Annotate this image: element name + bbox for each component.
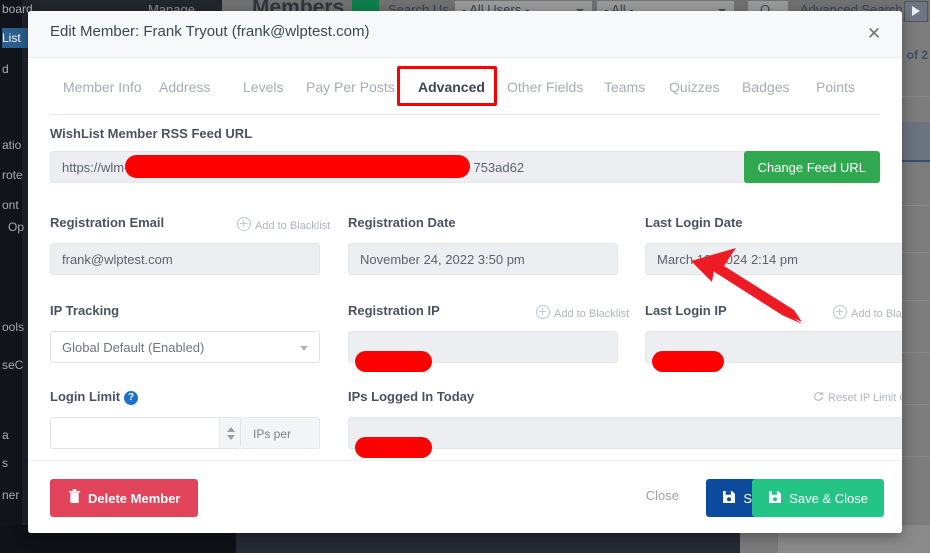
tab-points[interactable]: Points — [803, 70, 868, 104]
bg-sidebar-item-7[interactable]: ools — [2, 320, 24, 334]
last-login-ip-blacklist-button[interactable]: Add to Blacklist — [833, 305, 902, 320]
refresh-icon — [813, 391, 824, 405]
floppy-disk-icon — [722, 490, 736, 507]
reset-ip-limit-counter-button[interactable]: Reset IP Limit Counter — [813, 391, 902, 405]
modal-tab-bar: Member Info Address Levels Pay Per Posts… — [50, 66, 880, 115]
ip-tracking-label: IP Tracking — [50, 303, 120, 318]
bg-sidebar-item-9[interactable]: a — [2, 428, 9, 442]
question-mark-icon[interactable]: ? — [124, 391, 139, 405]
bg-sidebar-item-11[interactable]: ner — [2, 488, 19, 502]
bg-sidebar-item-5[interactable]: ont — [2, 198, 19, 212]
ips-logged-in-today-redaction — [355, 437, 432, 458]
rss-feed-suffix: 753ad62 — [473, 160, 525, 175]
modal-footer: Delete Member Close Save Save & — [28, 460, 902, 533]
tab-levels[interactable]: Levels — [230, 70, 296, 104]
registration-ip-blacklist-button[interactable]: Add to Blacklist — [536, 305, 629, 320]
registration-ip-redaction — [355, 351, 432, 372]
tab-pay-per-posts[interactable]: Pay Per Posts — [293, 70, 408, 104]
last-login-date-label: Last Login Date — [645, 215, 743, 230]
bg-sidebar-item-6[interactable]: Op — [8, 220, 24, 234]
login-limit-text: Login Limit — [50, 389, 121, 404]
bg-admin-sidebar-inner — [0, 0, 22, 553]
bg-sidebar-item-10[interactable]: s — [2, 456, 8, 470]
modal-header: Edit Member: Frank Tryout (frank@wlptest… — [28, 11, 902, 58]
bg-sidebar-item-2[interactable]: d — [2, 62, 9, 76]
edit-member-modal: Edit Member: Frank Tryout (frank@wlptest… — [28, 11, 902, 533]
trash-icon — [68, 489, 81, 507]
last-login-date-value: March 18, 2024 2:14 pm — [645, 243, 902, 275]
plus-circle-icon — [536, 305, 550, 319]
tab-advanced[interactable]: Advanced — [405, 70, 498, 104]
registration-email-value: frank@wlptest.com — [50, 243, 320, 275]
bg-sidebar-item-3[interactable]: atio — [2, 138, 21, 152]
registration-date-value: November 24, 2022 3:50 pm — [348, 243, 618, 275]
close-button[interactable]: Close — [640, 487, 685, 504]
bg-play-button[interactable] — [904, 1, 928, 22]
login-limit-suffix: IPs per day — [241, 417, 320, 473]
registration-email-blacklist-button[interactable]: Add to Blacklist — [237, 217, 330, 232]
plus-circle-icon — [833, 305, 847, 319]
tab-teams[interactable]: Teams — [591, 70, 658, 104]
delete-member-label: Delete Member — [88, 490, 181, 506]
close-icon[interactable]: ✕ — [862, 22, 886, 46]
chevron-down-icon — [300, 346, 308, 351]
bg-sidebar-item-4[interactable]: rote — [2, 168, 23, 182]
rss-feed-label: WishList Member RSS Feed URL — [50, 126, 253, 141]
bg-pagination-text: of 2 — [906, 48, 928, 62]
bg-sidebar-item-8[interactable]: seC — [2, 358, 23, 372]
registration-email-blacklist-label: Add to Blacklist — [255, 220, 331, 232]
last-login-ip-redaction — [652, 351, 724, 372]
delete-member-button[interactable]: Delete Member — [50, 479, 199, 517]
save-and-close-label: Save & Close — [789, 490, 868, 506]
reset-ip-limit-counter-label: Reset IP Limit Counter — [828, 392, 902, 404]
modal-title: Edit Member: Frank Tryout (frank@wlptest… — [50, 23, 370, 40]
modal-body: WishList Member RSS Feed URL https://wlm… — [28, 126, 902, 473]
spinner-icon[interactable] — [219, 418, 240, 448]
ip-tracking-select[interactable]: Global Default (Enabled) — [50, 331, 320, 363]
rss-feed-prefix: https://wlm- — [62, 160, 129, 175]
rss-feed-redaction — [125, 155, 470, 178]
tab-badges[interactable]: Badges — [729, 70, 802, 104]
tab-other-fields[interactable]: Other Fields — [494, 70, 596, 104]
tab-address[interactable]: Address — [146, 70, 223, 104]
registration-date-label: Registration Date — [348, 215, 456, 230]
plus-circle-icon — [237, 217, 251, 231]
login-limit-input[interactable] — [50, 417, 241, 449]
registration-ip-blacklist-label: Add to Blacklist — [554, 308, 630, 320]
floppy-disk-icon — [768, 490, 782, 507]
change-feed-url-button[interactable]: Change Feed URL — [743, 151, 880, 183]
tab-quizzes[interactable]: Quizzes — [656, 70, 733, 104]
last-login-ip-blacklist-label: Add to Blacklist — [851, 308, 902, 320]
save-and-close-button[interactable]: Save & Close — [752, 479, 884, 517]
login-limit-label: Login Limit? — [50, 389, 320, 405]
ip-tracking-value: Global Default (Enabled) — [62, 340, 205, 355]
tab-member-info[interactable]: Member Info — [50, 70, 155, 104]
